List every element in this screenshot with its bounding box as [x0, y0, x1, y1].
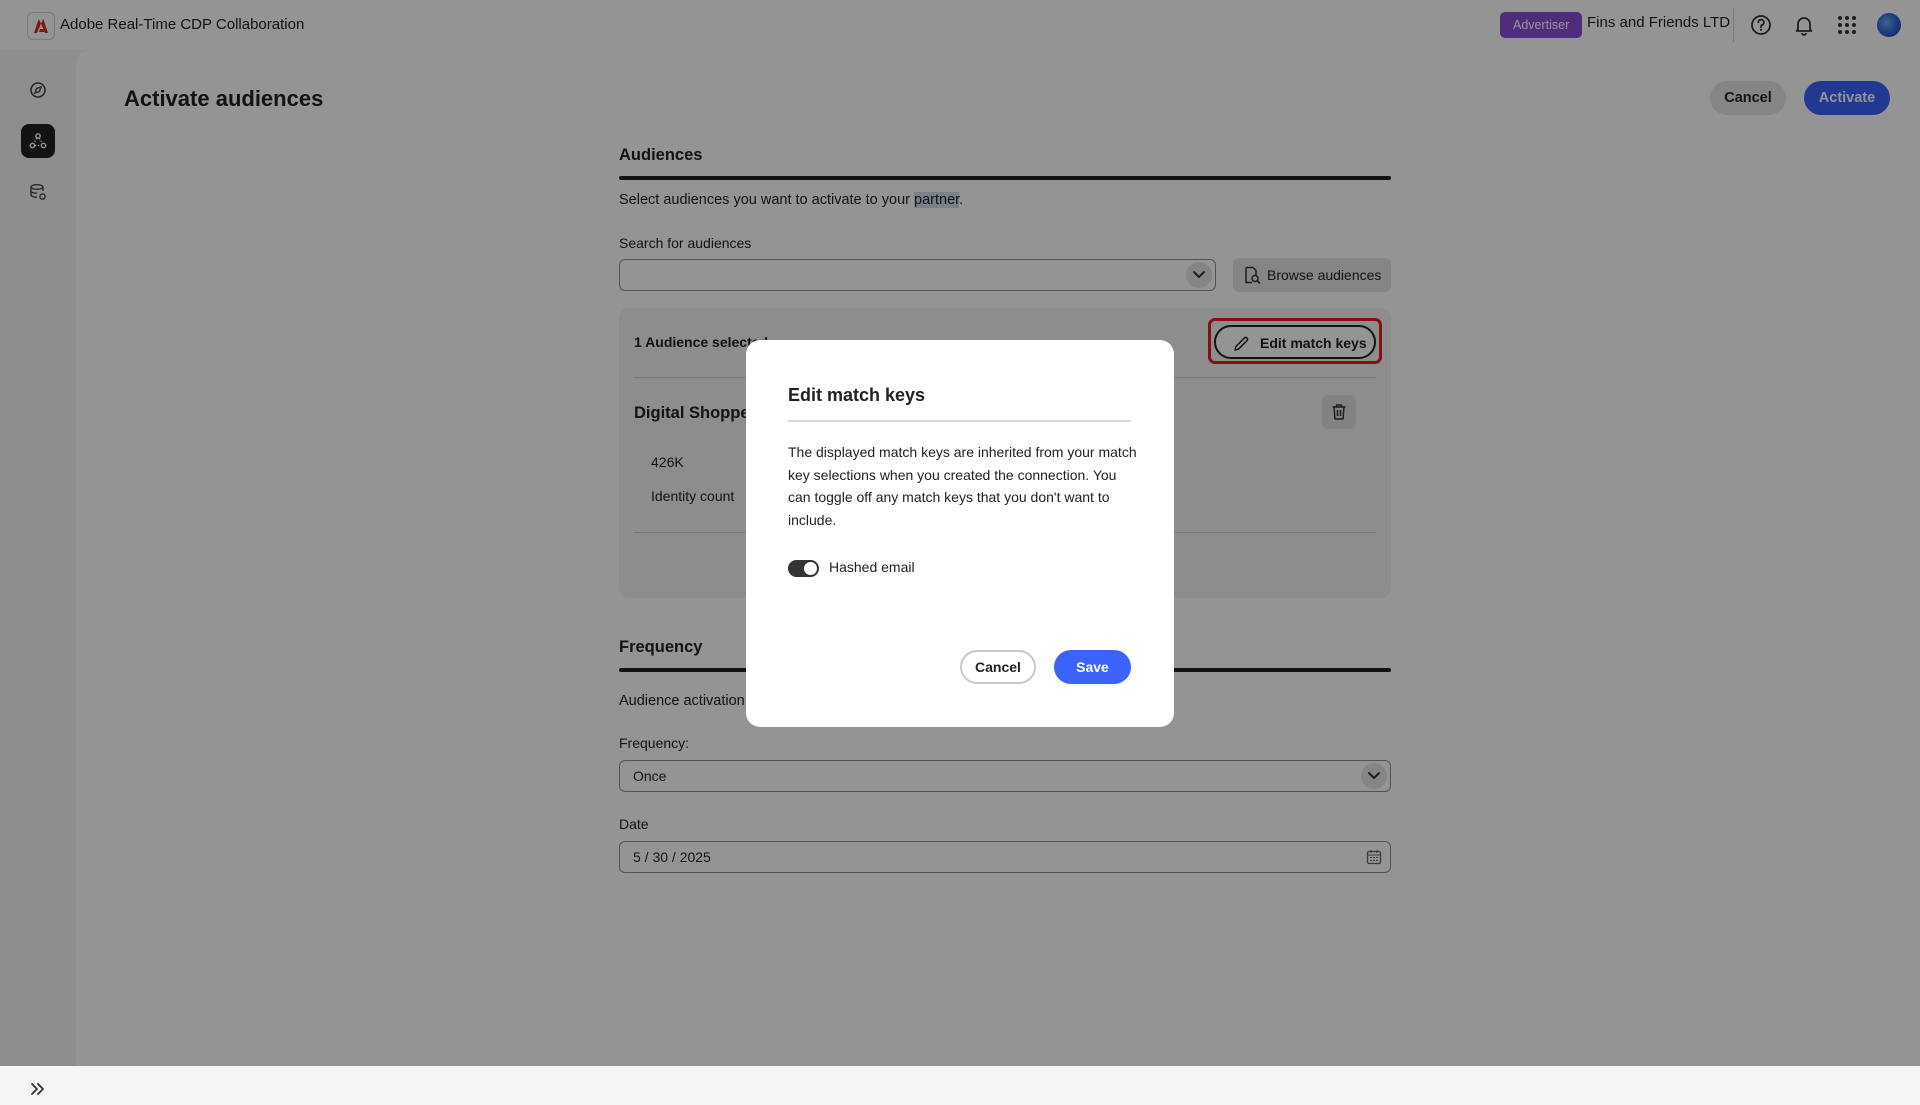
chevron-double-right-icon[interactable] — [27, 1078, 49, 1100]
hashed-email-toggle[interactable] — [788, 560, 819, 577]
dialog-title: Edit match keys — [788, 385, 926, 405]
toggle-label: Hashed email — [829, 559, 915, 575]
edit-match-keys-dialog: Edit match keys The displayed match keys… — [746, 340, 1174, 727]
dialog-body-text: The displayed match keys are inherited f… — [788, 444, 1137, 528]
dialog-cancel-button[interactable]: Cancel — [960, 650, 1036, 684]
dialog-save-button[interactable]: Save — [1054, 650, 1131, 684]
dialog-divider — [788, 420, 1131, 422]
